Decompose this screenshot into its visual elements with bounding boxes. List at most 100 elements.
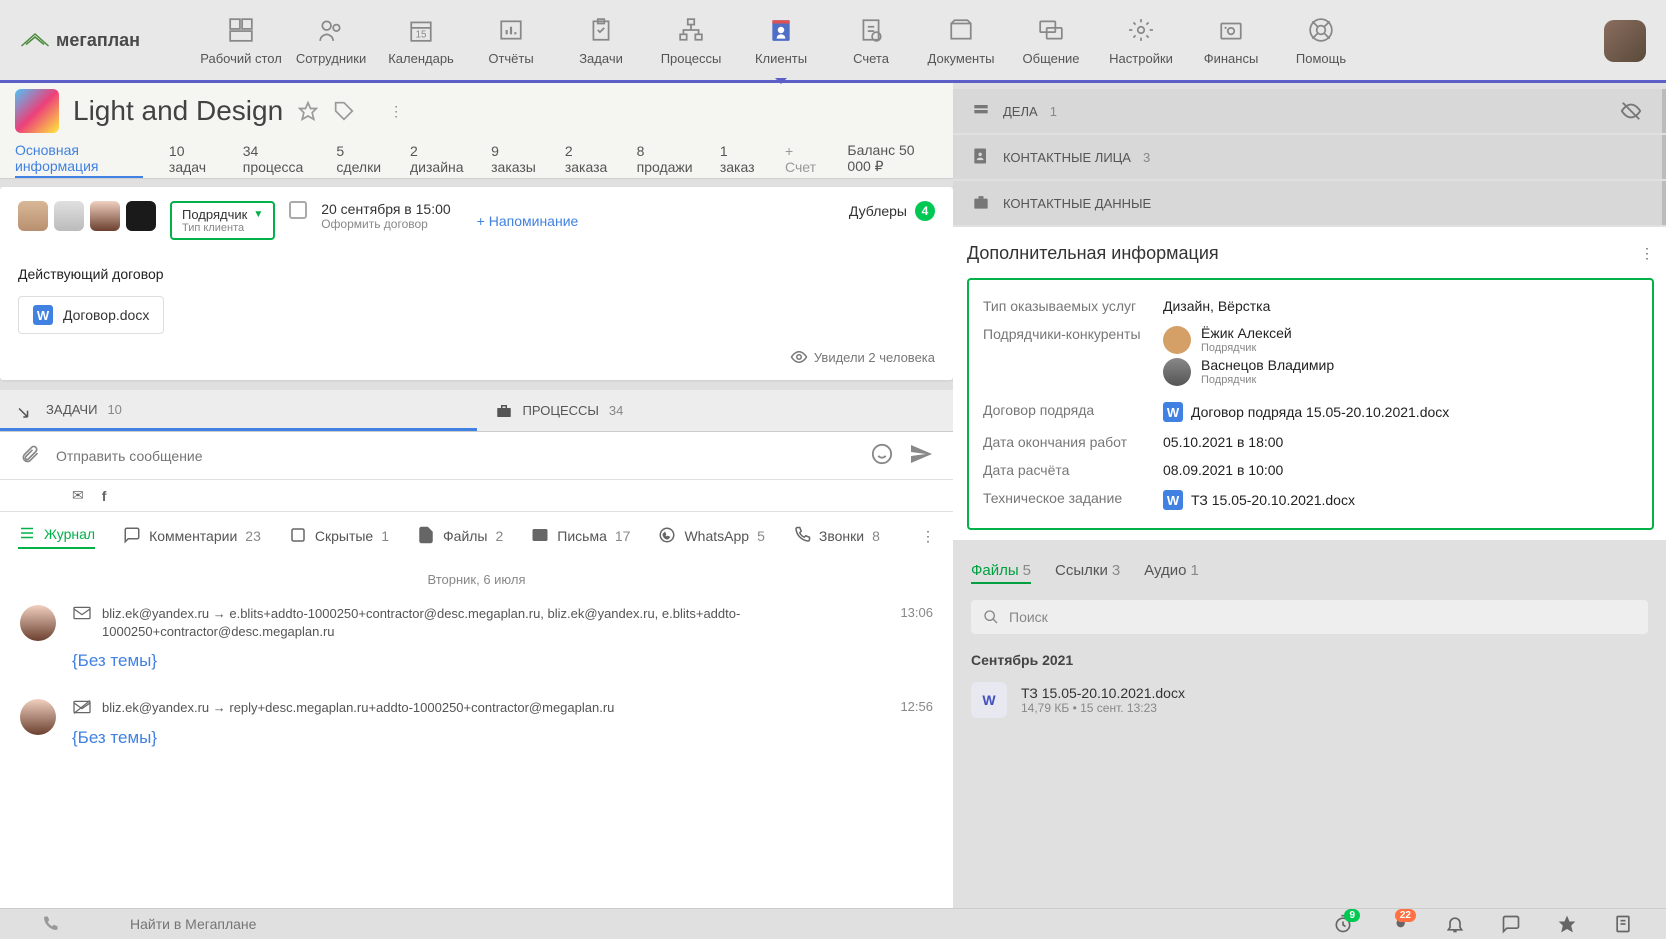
attach-icon[interactable] [20,444,40,467]
files-tab[interactable]: Аудио1 [1144,562,1199,584]
nav-help[interactable]: Помощь [1280,5,1362,75]
right-section[interactable]: КОНТАКТНЫЕ ЛИЦА3 [953,135,1666,179]
client-tab[interactable]: 1 заказ [720,139,759,178]
bell-icon[interactable] [1432,909,1478,939]
emoji-icon[interactable] [871,443,893,468]
filter-count: 23 [245,528,261,544]
nav-label: Процессы [661,51,722,66]
file-name: ТЗ 15.05-20.10.2021.docx [1191,492,1355,508]
contract-file-link[interactable]: W Договор подряда 15.05-20.10.2021.docx [1163,402,1449,422]
client-tab[interactable]: + Счет [785,139,821,178]
phone-icon[interactable] [0,915,100,933]
nav-dashboard[interactable]: Рабочий стол [200,5,282,75]
nav-invoices[interactable]: Счета [830,5,912,75]
file-name: ТЗ 15.05-20.10.2021.docx [1021,685,1185,701]
add-reminder-link[interactable]: + Напоминание [477,213,579,229]
nav-label: Задачи [579,51,623,66]
nav-tasks[interactable]: Задачи [560,5,642,75]
nav-clients[interactable]: Клиенты [740,5,822,75]
avatar[interactable] [126,201,156,231]
feed-item[interactable]: bliz.ek@yandex.ru → e.blits+addto-100025… [0,599,953,693]
files-tab[interactable]: Файлы5 [971,562,1031,584]
global-search-input[interactable] [100,916,1320,932]
feed-subject[interactable]: {Без темы} [72,728,933,748]
subtabs: ЗАДАЧИ 10 ПРОЦЕССЫ 34 [0,390,953,432]
subtab-processes[interactable]: ПРОЦЕССЫ 34 [477,390,954,431]
file-row[interactable]: WТЗ 15.05-20.10.2021.docx14,79 КБ • 15 с… [953,676,1666,724]
whatsapp-icon [658,526,676,547]
journal-filter-list[interactable]: Журнал [18,524,95,549]
client-tab[interactable]: 10 задач [169,139,217,178]
participant-avatars[interactable] [18,201,156,231]
client-tab[interactable]: 2 заказа [565,139,611,178]
facebook-icon[interactable]: f [102,488,107,504]
client-tab[interactable]: 2 дизайна [410,139,465,178]
nav-documents[interactable]: Документы [920,5,1002,75]
client-tab[interactable]: Основная информация [15,139,143,178]
journal-filters: Журнал Комментарии23 Скрытые1 Файлы2 Письма1… [0,512,953,560]
right-section[interactable]: ДЕЛА1 [953,89,1666,133]
avatar[interactable] [90,201,120,231]
star-icon[interactable] [297,100,319,122]
mail-icon[interactable]: ✉ [72,487,84,504]
contract-file-chip[interactable]: W Договор.docx [18,296,164,334]
journal-filter-whatsapp[interactable]: WhatsApp5 [658,526,764,547]
feed-item[interactable]: bliz.ek@yandex.ru → reply+desc.megaplan.… [0,693,953,770]
competitor-item[interactable]: Васнецов ВладимирПодрядчик [1163,358,1334,386]
client-tab[interactable]: 9 заказы [491,139,539,178]
tz-file-link[interactable]: W ТЗ 15.05-20.10.2021.docx [1163,490,1355,510]
seen-row[interactable]: Увидели 2 человека [18,348,935,366]
logo[interactable]: мегаплан [20,30,140,51]
filter-count: 17 [615,528,631,544]
client-tab[interactable]: 5 сделки [336,139,384,178]
nav-calendar[interactable]: 15Календарь [380,5,462,75]
nav-employees[interactable]: Сотрудники [290,5,372,75]
nav-processes[interactable]: Процессы [650,5,732,75]
user-avatar[interactable] [1604,20,1646,62]
processes-icon [674,15,708,45]
nav-settings[interactable]: Настройки [1100,5,1182,75]
feed-subject[interactable]: {Без темы} [72,651,933,671]
avatar[interactable] [54,201,84,231]
files-search[interactable]: Поиск [971,600,1648,634]
avatar[interactable] [20,605,56,641]
journal-filter-call[interactable]: Звонки8 [793,526,880,547]
client-tab[interactable]: 8 продажи [637,139,694,178]
client-tab[interactable]: 34 процесса [243,139,311,178]
journal-filter-mail[interactable]: Письма17 [531,526,630,547]
journal-filter-hidden[interactable]: Скрытые1 [289,526,389,547]
send-icon[interactable] [909,442,933,469]
subtab-tasks[interactable]: ЗАДАЧИ 10 [0,390,477,431]
compose-input[interactable] [56,448,855,464]
avatar[interactable] [18,201,48,231]
duplicates[interactable]: Дублеры 4 [849,201,935,221]
journal-filter-file[interactable]: Файлы2 [417,526,503,547]
nav-reports[interactable]: Отчёты [470,5,552,75]
avatar[interactable] [20,699,56,735]
field-label: Тип оказываемых услуг [983,298,1163,314]
next-event[interactable]: 20 сентября в 15:00 Оформить договор [321,201,450,231]
right-section[interactable]: КОНТАКТНЫЕ ДАННЫЕ [953,181,1666,225]
journal-filter-comment[interactable]: Комментарии23 [123,526,261,547]
chat-icon[interactable] [1488,909,1534,939]
client-type-label: Тип клиента [182,222,263,234]
badge: 22 [1395,909,1416,922]
event-checkbox[interactable] [289,201,307,219]
client-logo[interactable] [15,89,59,133]
tag-icon[interactable] [333,100,355,122]
kebab-icon[interactable]: ⋮ [385,100,407,122]
visibility-icon[interactable] [1620,100,1642,125]
timer-icon[interactable]: 9 [1320,909,1366,939]
kebab-icon[interactable]: ⋮ [921,528,935,545]
subtab-label: ПРОЦЕССЫ [523,403,599,418]
nav-finance[interactable]: Финансы [1190,5,1272,75]
client-type-select[interactable]: Подрядчик▼ Тип клиента [170,201,275,240]
note-icon[interactable] [1600,909,1646,939]
clients-icon [764,15,798,45]
flame-icon[interactable]: 22 [1376,909,1422,939]
files-tab[interactable]: Ссылки3 [1055,562,1120,584]
competitor-item[interactable]: Ёжик АлексейПодрядчик [1163,326,1334,354]
nav-chat[interactable]: Общение [1010,5,1092,75]
star-icon[interactable] [1544,909,1590,939]
kebab-icon[interactable]: ⋮ [1640,245,1654,262]
